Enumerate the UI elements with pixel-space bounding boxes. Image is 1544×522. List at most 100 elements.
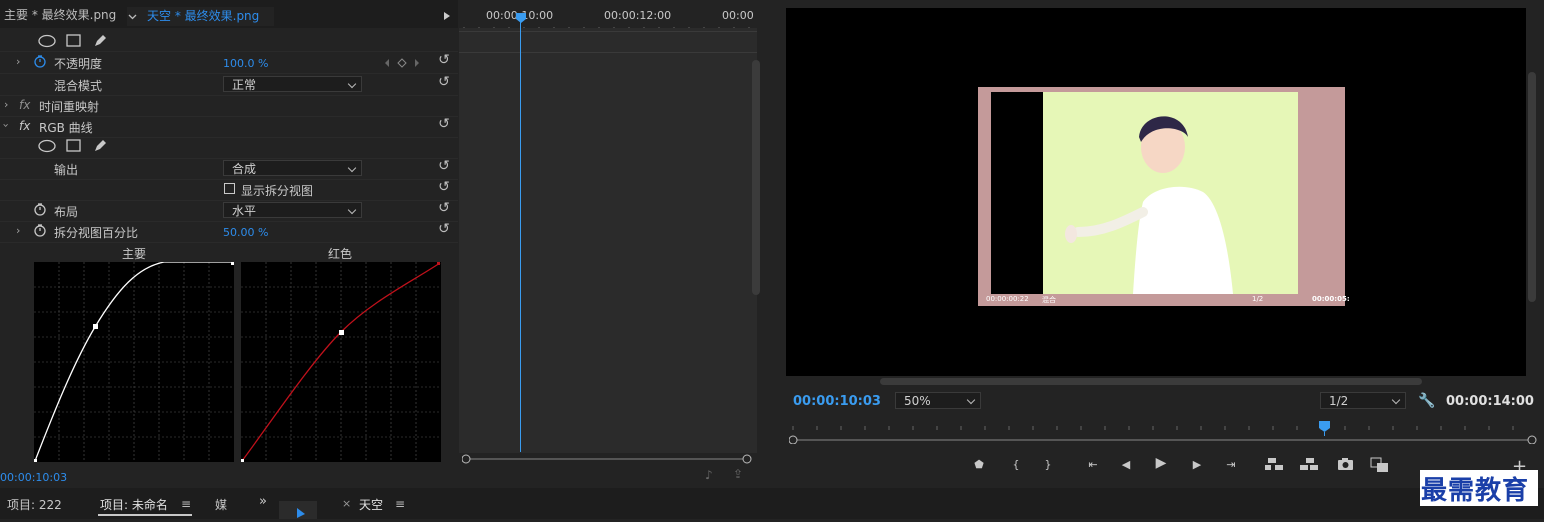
go-to-in-icon[interactable]: ⇤ bbox=[1085, 458, 1101, 472]
monitor-time-ruler[interactable] bbox=[788, 420, 1537, 445]
split-view-checkbox[interactable] bbox=[224, 183, 235, 194]
master-curve-label: 主要 bbox=[122, 247, 147, 261]
zoom-dropdown[interactable]: 50% bbox=[895, 392, 981, 409]
reset-icon[interactable]: ↺ bbox=[437, 222, 451, 236]
split-percent-value[interactable]: 50.00 % bbox=[223, 226, 268, 239]
layout-dropdown[interactable]: 水平 bbox=[223, 202, 362, 218]
chevron-right-icon[interactable]: › bbox=[4, 98, 8, 111]
split-view-label: 显示拆分视图 bbox=[241, 184, 314, 198]
timeline-divider bbox=[459, 31, 757, 32]
pen-mask-icon[interactable] bbox=[92, 33, 108, 52]
time-remap-label: 时间重映射 bbox=[39, 100, 100, 114]
blend-mode-dropdown[interactable]: 正常 bbox=[223, 76, 362, 92]
blend-mode-value: 正常 bbox=[232, 78, 257, 92]
tab-master-clip[interactable]: 主要 * 最终效果.png bbox=[4, 6, 116, 23]
bottom-panel-bar bbox=[0, 488, 1544, 519]
master-curve-graph[interactable] bbox=[34, 261, 234, 462]
step-forward-icon[interactable]: ▶ bbox=[1189, 458, 1205, 472]
watermark-logo: 最需教育 bbox=[1421, 476, 1530, 506]
reset-icon[interactable]: ↺ bbox=[437, 159, 451, 173]
zoom-value: 50% bbox=[904, 394, 931, 408]
project-tab-unnamed[interactable]: 项目: 未命名 bbox=[100, 496, 168, 513]
output-dropdown[interactable]: 合成 bbox=[223, 160, 362, 176]
tab-sky-clip[interactable]: 天空 * 最终效果.png bbox=[127, 7, 274, 26]
ruler-ticks bbox=[459, 20, 757, 31]
go-to-out-icon[interactable]: ⇥ bbox=[1223, 458, 1239, 472]
rgb-curves-label: RGB 曲线 bbox=[39, 121, 93, 135]
inset-timecode: 00:00:00:22 bbox=[986, 295, 1029, 303]
output-value: 合成 bbox=[232, 162, 257, 176]
media-browser-tab[interactable]: 媒 bbox=[215, 496, 227, 513]
project-tab-count[interactable]: 项目: 222 bbox=[7, 496, 62, 513]
layout-label: 布局 bbox=[54, 205, 79, 219]
fx-icon: fx bbox=[19, 98, 31, 112]
chevron-right-icon[interactable]: › bbox=[16, 224, 20, 237]
close-icon[interactable]: × bbox=[342, 497, 351, 510]
inset-black-area bbox=[991, 92, 1043, 294]
stopwatch-icon[interactable] bbox=[33, 223, 47, 240]
inset-image bbox=[1043, 92, 1298, 294]
tool-button[interactable] bbox=[279, 501, 317, 519]
wrench-icon[interactable]: 🔧 bbox=[1418, 393, 1435, 409]
tab-menu-icon[interactable]: ≡ bbox=[395, 497, 405, 511]
lift-icon[interactable] bbox=[1265, 457, 1285, 471]
mark-in-icon[interactable]: { bbox=[1008, 458, 1024, 472]
timeline-vertical-scrollbar[interactable] bbox=[752, 60, 760, 295]
monitor-vertical-scrollbar[interactable] bbox=[1528, 72, 1536, 302]
camera-icon[interactable] bbox=[1337, 457, 1355, 471]
pen-mask-icon[interactable] bbox=[92, 138, 108, 157]
step-back-icon[interactable]: ◀ bbox=[1118, 458, 1134, 472]
layout-value: 水平 bbox=[232, 204, 257, 218]
timeline-horizontal-scrollbar[interactable] bbox=[461, 453, 752, 464]
reset-icon[interactable]: ↺ bbox=[437, 75, 451, 89]
chevron-down-icon bbox=[347, 79, 357, 89]
rectangle-mask-icon[interactable] bbox=[66, 139, 82, 156]
playhead-line[interactable] bbox=[520, 14, 521, 452]
more-panels-icon[interactable]: » bbox=[259, 494, 267, 509]
effect-controls-timecode[interactable]: 00:00:10:03 bbox=[0, 471, 67, 484]
red-curve-label: 红色 bbox=[328, 247, 353, 261]
add-marker-icon[interactable]: ⬟ bbox=[971, 458, 987, 472]
keyframe-nav-icon[interactable] bbox=[384, 57, 424, 71]
mark-out-icon[interactable]: } bbox=[1040, 458, 1056, 472]
timeline-keyframe-area[interactable] bbox=[459, 28, 757, 453]
extract-icon[interactable] bbox=[1300, 457, 1320, 471]
chevron-down-icon bbox=[347, 163, 357, 173]
playhead-handle-icon[interactable] bbox=[515, 12, 527, 27]
active-tab-underline bbox=[98, 514, 192, 516]
panel-menu-arrow-icon[interactable] bbox=[443, 10, 451, 20]
ellipse-mask-icon[interactable] bbox=[38, 139, 58, 156]
rectangle-mask-icon[interactable] bbox=[66, 34, 82, 51]
reset-icon[interactable]: ↺ bbox=[437, 180, 451, 194]
program-duration-timecode: 00:00:14:00 bbox=[1446, 394, 1534, 409]
export-icon[interactable]: ⇪ bbox=[733, 467, 743, 481]
resolution-value: 1/2 bbox=[1329, 394, 1349, 408]
chevron-down-icon[interactable] bbox=[128, 10, 137, 20]
opacity-value[interactable]: 100.0 % bbox=[223, 57, 268, 70]
fx-icon[interactable]: fx bbox=[19, 119, 30, 133]
program-current-timecode[interactable]: 00:00:10:03 bbox=[793, 394, 881, 409]
play-icon[interactable]: ▶ bbox=[1153, 456, 1169, 470]
inset-duration: 00:00:05: bbox=[1312, 295, 1350, 303]
tab-menu-icon[interactable]: ≡ bbox=[181, 497, 191, 511]
inset-mode: 混合 bbox=[1042, 296, 1056, 304]
reset-icon[interactable]: ↺ bbox=[437, 201, 451, 215]
output-label: 输出 bbox=[54, 163, 79, 177]
monitor-horizontal-scrollbar[interactable] bbox=[880, 378, 1422, 385]
reset-icon[interactable]: ↺ bbox=[437, 53, 451, 67]
ellipse-mask-icon[interactable] bbox=[38, 34, 58, 51]
chevron-right-icon[interactable]: › bbox=[16, 55, 20, 68]
inset-resolution: 1/2 bbox=[1252, 295, 1264, 303]
reset-icon[interactable]: ↺ bbox=[437, 117, 451, 131]
chevron-down-icon bbox=[1391, 395, 1401, 405]
red-curve-graph[interactable] bbox=[241, 262, 441, 462]
audio-filter-icon[interactable]: ♪ bbox=[705, 468, 713, 482]
sequence-tab-sky[interactable]: 天空 bbox=[359, 496, 383, 513]
chevron-down-icon[interactable]: › bbox=[0, 123, 13, 127]
stopwatch-icon[interactable] bbox=[33, 202, 47, 219]
stopwatch-icon[interactable] bbox=[33, 54, 47, 71]
split-percent-label: 拆分视图百分比 bbox=[54, 226, 139, 240]
compare-view-icon[interactable] bbox=[1370, 457, 1390, 472]
resolution-dropdown[interactable]: 1/2 bbox=[1320, 392, 1406, 409]
chevron-down-icon bbox=[347, 205, 357, 215]
